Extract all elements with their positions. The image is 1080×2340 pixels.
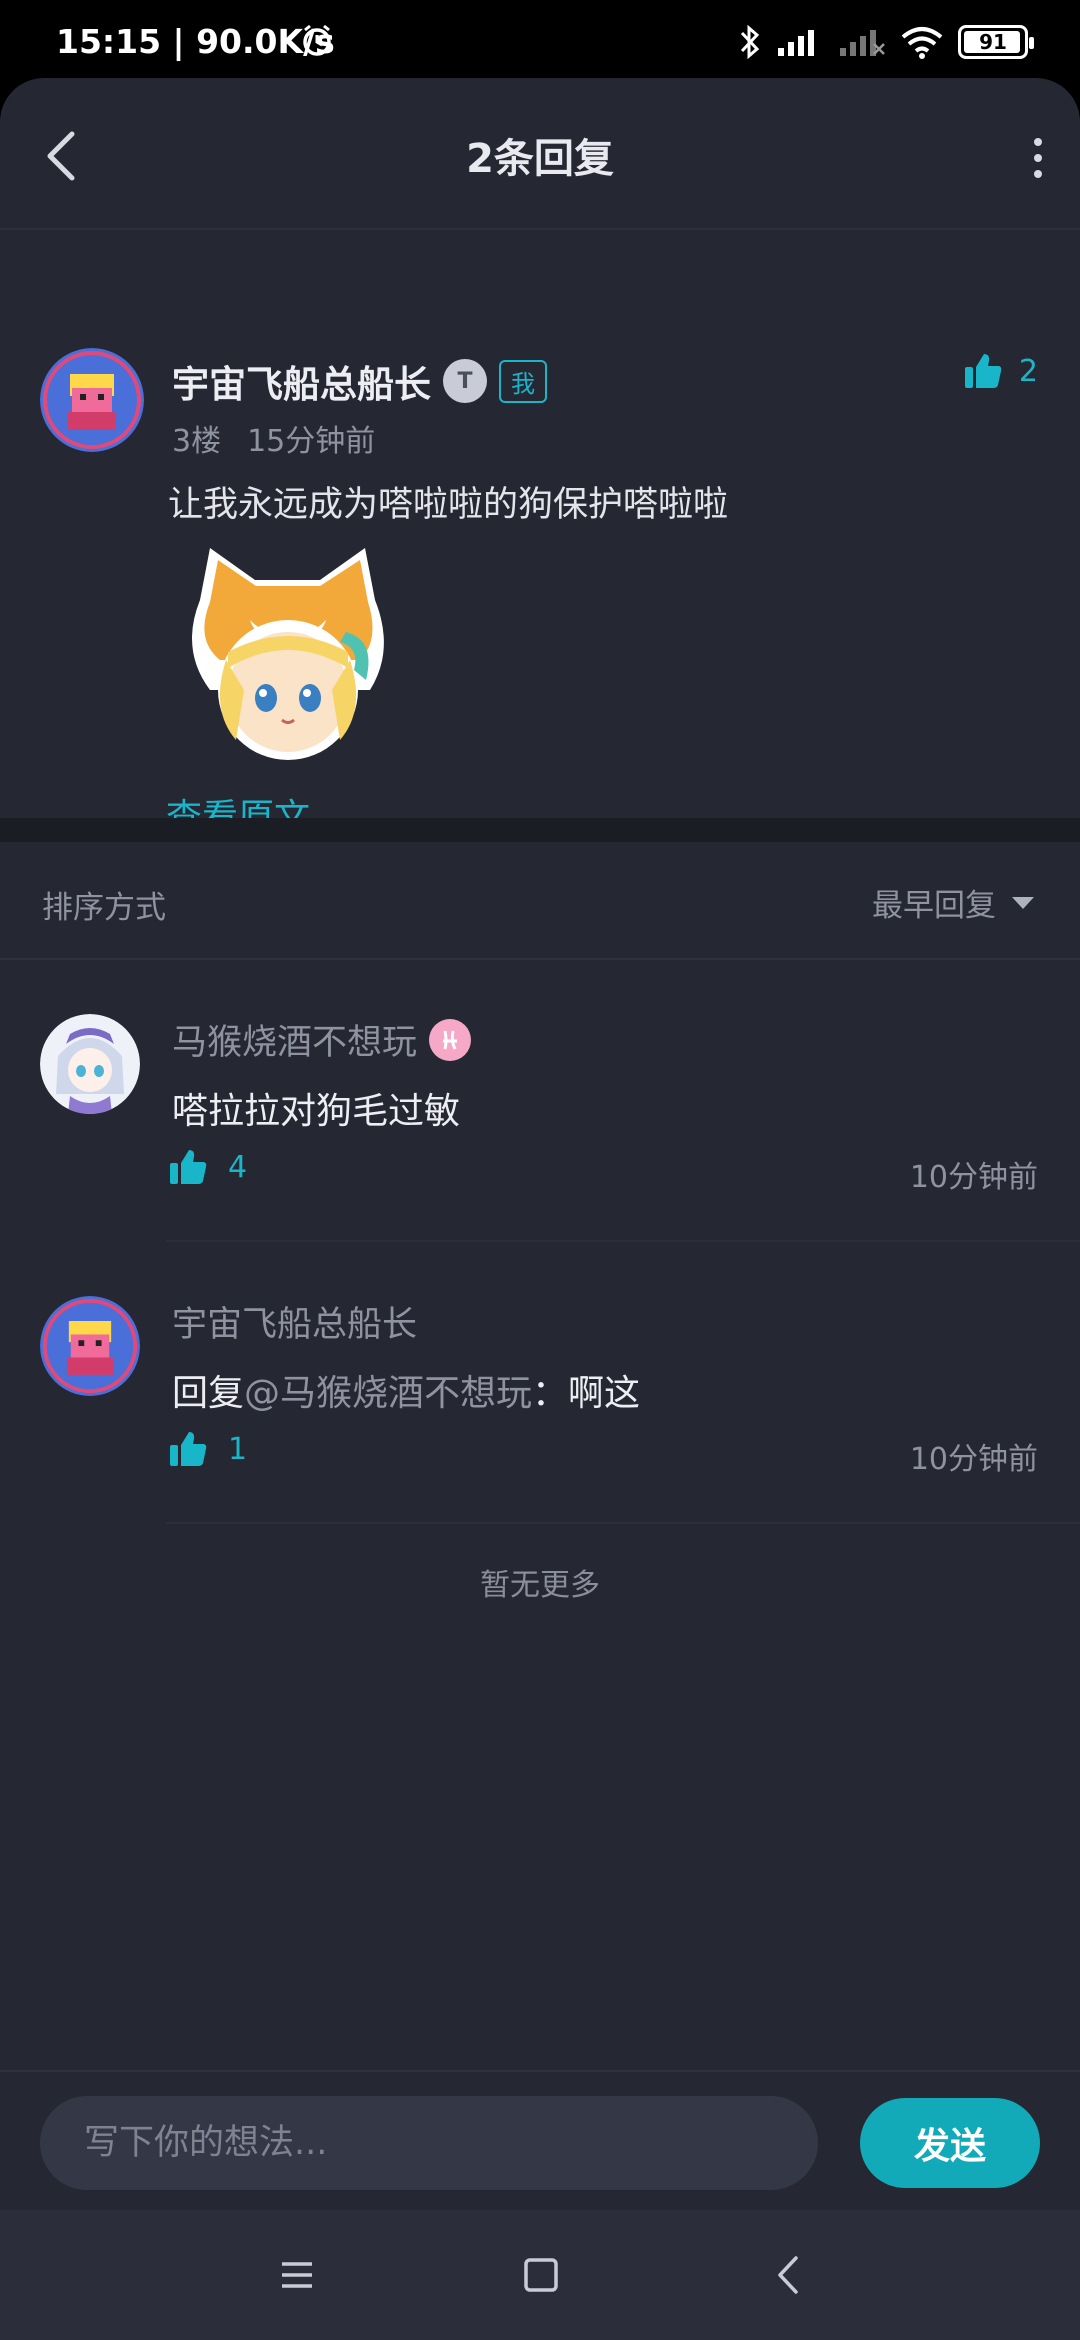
mention-link[interactable]: @马猴烧酒不想玩 [244,1373,532,1414]
reply-item: 马猴烧酒不想玩 嗒拉拉对狗毛过敏 4 10分钟前 [0,960,1080,1242]
alarm-icon [303,24,331,56]
sort-bar: 排序方式 最早回复 [0,842,1080,960]
sort-label: 排序方式 [42,890,166,926]
page-title: 2条回复 [466,136,614,182]
reply-text: 回复@马猴烧酒不想玩：啊这 [172,1364,640,1416]
status-icons: 91 [738,22,1034,62]
bluetooth-icon [740,24,760,60]
like-button[interactable]: 4 [168,1148,247,1186]
sort-dropdown[interactable]: 最早回复 [872,880,1034,925]
reply-body: ：啊这 [532,1373,641,1414]
wifi-icon [901,27,943,59]
sticker-image[interactable] [170,540,410,760]
comment-time: 15分钟前 [247,424,376,459]
reply-sheet: 2条回复 宇宙飞船总船长 T 我 2 3楼 15分钟前 让我永远成为嗒啦啦的狗保… [0,78,1080,2210]
reply-author-name[interactable]: 马猴烧酒不想玩 [172,1014,417,1065]
comment-meta: 3楼 15分钟前 [172,416,375,460]
vip-badge-icon [429,1018,472,1061]
author-row: 宇宙飞船总船长 T 我 [172,354,547,408]
system-nav-bar [0,2210,1080,2340]
status-time: 15:15 | 90.0K/s [56,22,335,61]
reply-time: 10分钟前 [909,1160,1038,1195]
like-count: 1 [228,1431,248,1467]
sort-selected: 最早回复 [872,888,996,924]
chevron-down-icon [1012,896,1034,909]
header: 2条回复 [0,78,1080,230]
signal-2-icon [840,30,885,56]
comment-text: 让我永远成为嗒啦啦的狗保护嗒啦啦 [168,485,729,525]
reply-author: 宇宙飞船总船长 [172,1296,417,1347]
avatar[interactable] [40,348,144,452]
like-button[interactable]: 1 [168,1430,247,1468]
author-name[interactable]: 宇宙飞船总船长 [172,354,431,408]
reply-author: 马猴烧酒不想玩 [172,1014,472,1065]
like-count: 2 [1018,353,1038,389]
signal-icon [778,30,814,56]
reply-item: 宇宙飞船总船长 回复@马猴烧酒不想玩：啊这 1 10分钟前 [0,1242,1080,1524]
avatar[interactable] [40,1296,140,1396]
menu-icon[interactable] [272,2250,322,2300]
input-bar: 写下你的想法... 发送 [0,2070,1080,2210]
home-icon[interactable] [516,2250,566,2300]
reply-text: 嗒拉拉对狗毛过敏 [172,1091,461,1132]
divider [166,1522,1080,1524]
no-more-label: 暂无更多 [480,1568,600,1603]
reply-prefix: 回复 [172,1373,245,1414]
main-comment: 宇宙飞船总船长 T 我 2 3楼 15分钟前 让我永远成为嗒啦啦的狗保护嗒啦啦 [0,230,1080,838]
level-badge: T [443,359,487,403]
status-bar: 15:15 | 90.0K/s 91 [0,0,1080,80]
like-count: 4 [228,1149,248,1185]
battery-level: 91 [979,30,1007,54]
thumbs-up-icon [170,1150,207,1184]
me-tag: 我 [499,359,547,403]
floor-number: 3楼 [172,424,222,459]
avatar[interactable] [40,1014,140,1114]
reply-time: 10分钟前 [909,1442,1038,1477]
send-button[interactable]: 发送 [860,2098,1040,2188]
thumbs-up-icon [170,1432,207,1466]
more-options-button[interactable] [1026,134,1050,182]
reply-author-name[interactable]: 宇宙飞船总船长 [172,1296,417,1347]
battery-icon: 91 [958,25,1034,59]
thumbs-up-icon [964,354,1002,388]
back-nav-icon[interactable] [764,2250,814,2300]
comment-input[interactable]: 写下你的想法... [40,2096,818,2190]
section-divider [0,818,1080,842]
like-button[interactable]: 2 [963,352,1038,390]
